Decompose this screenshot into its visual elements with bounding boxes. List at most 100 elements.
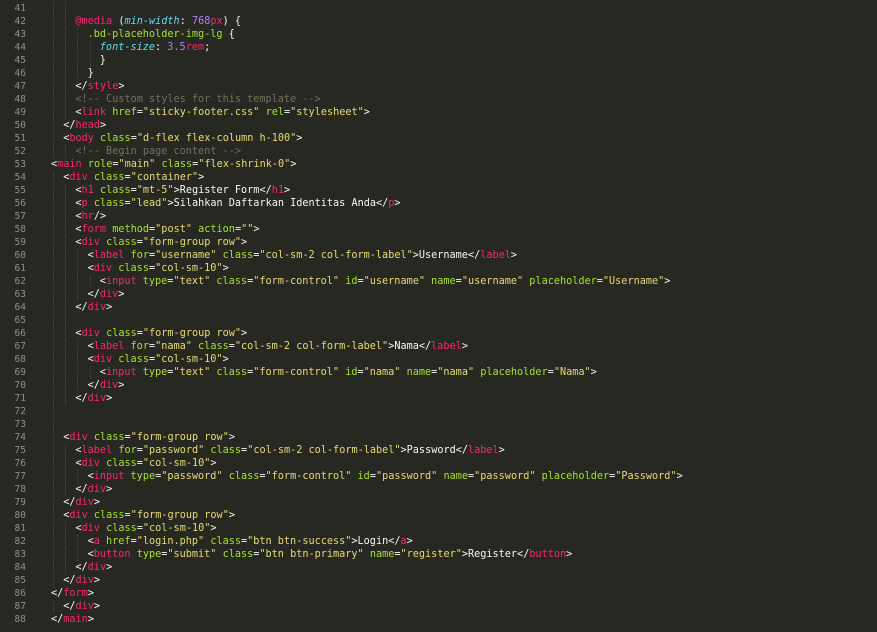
code-line[interactable]: 44 font-size: 3.5rem; [0,41,877,54]
code-line[interactable]: 50 </head> [0,119,877,132]
code-line[interactable]: 48 <!-- Custom styles for this template -… [0,93,877,106]
code-token: > [664,276,671,287]
code-line[interactable]: 79 </div> [0,496,877,509]
code-line[interactable]: 84 </div> [0,561,877,574]
code-line[interactable]: 76 <div class="col-sm-10"> [0,457,877,470]
code-token: link [81,107,107,118]
code-token: > [87,588,94,599]
code-token: div [75,601,94,612]
code-token: rel [265,107,284,118]
code-token: div [81,237,100,248]
code-line[interactable]: 80 <div class="form-group row"> [0,509,877,522]
code-token: button [529,549,567,560]
code-line[interactable]: 72 [0,405,877,418]
code-line[interactable]: 73 [0,418,877,431]
code-token: class [198,341,229,352]
code-line[interactable]: 53 <main role="main" class="flex-shrink-0… [0,158,877,171]
indent-guide [53,223,54,236]
code-token: class [161,159,193,170]
code-line[interactable]: 78 </div> [0,483,877,496]
code-token: "col-sm-10" [142,458,211,469]
code-token: "col-sm-2 col-form-label" [259,250,413,261]
code-line[interactable]: 86 </form> [0,587,877,600]
code-line[interactable]: 55 <h1 class="mt-5">Register Form</h1> [0,184,877,197]
line-number: 74 [14,432,26,443]
code-line[interactable]: 68 <div class="col-sm-10"> [0,353,877,366]
code-line[interactable]: 58 <form method="post" action=""> [0,223,877,236]
code-token: > [363,107,370,118]
code-line[interactable]: 51 <body class="d-flex flex-column h-100"… [0,132,877,145]
code-line[interactable]: 43 .bd-placeholder-img-lg { [0,28,877,41]
code-token: > [284,185,291,196]
code-token: </ [75,302,88,313]
code-line[interactable]: 59 <div class="form-group row"> [0,236,877,249]
code-line[interactable]: 62 <input type="text" class="form-control… [0,275,877,288]
indent-guide [77,470,79,483]
code-text: <label for="password" class="col-sm-2 co… [75,444,504,457]
code-line[interactable]: 63 </div> [0,288,877,301]
code-line[interactable]: 75 <label for="password" class="col-sm-2 … [0,444,877,457]
code-line[interactable]: 61 <div class="col-sm-10"> [0,262,877,275]
code-line[interactable]: 56 <p class="lead">Silahkan Daftarkan Ide… [0,197,877,210]
code-line[interactable]: 45} [0,54,877,67]
code-line[interactable]: 88 </main> [0,613,877,626]
code-token: div [69,172,88,183]
code-token: "Username" [602,276,665,287]
code-token: div [81,523,100,534]
code-line[interactable]: 70 </div> [0,379,877,392]
indent-guide [65,301,67,314]
indent-guide [65,28,67,41]
indent-guide [89,54,91,67]
code-line[interactable]: 74 <div class="form-group row"> [0,431,877,444]
code-line[interactable]: 87 </div> [0,600,877,613]
code-line[interactable]: 52 <!-- Begin page content --> [0,145,877,158]
code-text: <div class="form-group row"> [75,327,247,340]
indent-guide [65,262,67,275]
code-line[interactable]: 71 </div> [0,392,877,405]
code-token: class [93,198,125,209]
code-token: label [93,341,125,352]
code-line[interactable]: 85 </div> [0,574,877,587]
code-text: <div class="col-sm-10"> [75,457,216,470]
code-line[interactable]: 49 <link href="sticky-footer.css" rel="st… [0,106,877,119]
code-line[interactable]: 42 @media (min-width: 768px) { [0,15,877,28]
code-line[interactable]: 82 <a href="login.php" class="btn btn-suc… [0,535,877,548]
code-token: { [222,29,235,40]
indent-guide [65,340,67,353]
indent-guide [53,600,54,613]
code-line[interactable]: 47 </style> [0,80,877,93]
code-line[interactable]: 65 [0,314,877,327]
code-line[interactable]: 69 <input type="text" class="form-control… [0,366,877,379]
line-number: 88 [14,614,26,625]
line-number: 77 [14,471,26,482]
code-token: "username" [363,276,425,287]
code-token: ( [112,16,125,27]
code-editor[interactable]: 41 42 @media (min-width: 768px) {43 .bd-pla… [0,0,877,632]
code-text: </div> [75,301,112,314]
indent-guide [53,41,54,54]
code-line[interactable]: 46} [0,67,877,80]
code-line[interactable]: 64 </div> [0,301,877,314]
code-line[interactable]: 60 <label for="username" class="col-sm-2 … [0,249,877,262]
code-token: "Nama" [553,367,591,378]
code-line[interactable]: 77 <input type="password" class="form-con… [0,470,877,483]
code-line[interactable]: 66 <div class="form-group row"> [0,327,877,340]
code-line[interactable]: 41 [0,2,877,15]
code-line[interactable]: 54 <div class="container"> [0,171,877,184]
code-line[interactable]: 57 <hr/> [0,210,877,223]
code-token: > [241,328,248,339]
line-number: 87 [14,601,26,612]
code-text: <input type="password" class="form-contr… [88,470,683,483]
indent-guide [53,106,54,119]
code-token: </ [63,575,76,586]
code-token: div [93,263,113,274]
code-line[interactable]: 81 <div class="col-sm-10"> [0,522,877,535]
indent-guide [53,483,54,496]
code-line[interactable]: 83 <button type="submit" class="btn btn-p… [0,548,877,561]
code-token: "text" [173,367,211,378]
code-token: "text" [173,276,211,287]
indent-guide [65,210,67,223]
indent-guide [65,288,67,301]
code-line[interactable]: 67 <label for="nama" class="col-sm-2 col-… [0,340,877,353]
code-token: id [345,367,358,378]
